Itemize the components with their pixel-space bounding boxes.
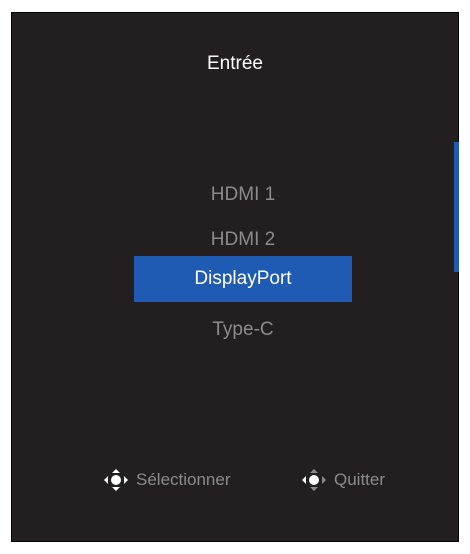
select-hint-label: Sélectionner: [136, 470, 231, 489]
joystick-select-icon: [104, 469, 128, 491]
option-hdmi-1[interactable]: HDMI 1: [134, 172, 352, 218]
quit-hint-label: Quitter: [334, 470, 386, 489]
joystick-left-icon: [302, 469, 326, 491]
scroll-indicator: [454, 142, 459, 272]
quit-hint: Quitter: [300, 468, 385, 492]
select-hint: Sélectionner: [102, 468, 231, 492]
option-displayport[interactable]: DisplayPort: [134, 256, 352, 302]
option-type-c[interactable]: Type-C: [134, 307, 352, 353]
osd-menu-panel: Entrée HDMI 1 HDMI 2 DisplayPort Type-C …: [11, 12, 459, 542]
menu-title: Entrée: [207, 53, 263, 74]
